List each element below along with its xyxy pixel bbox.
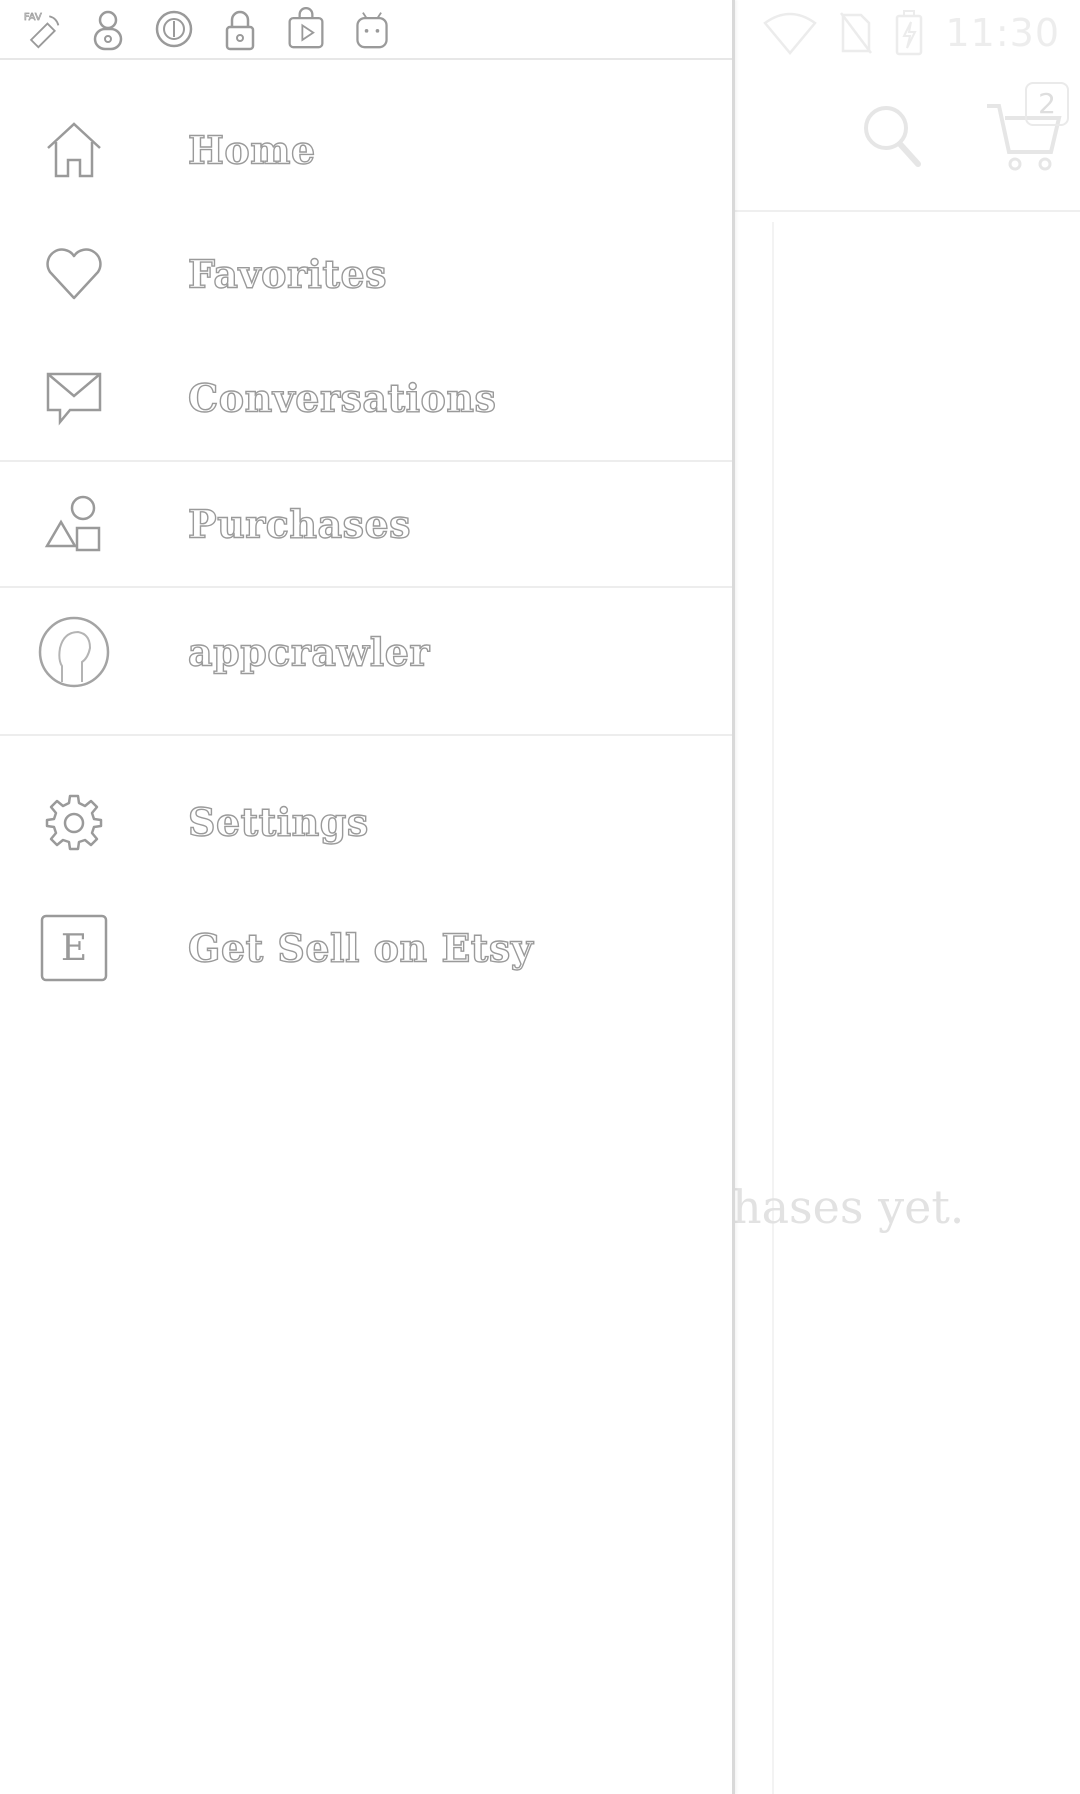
background-divider [772,222,774,1794]
fav-satellite-icon: FAV [22,7,62,51]
clock: 11:30 [945,11,1060,55]
drawer-item-settings[interactable]: Settings [0,760,732,884]
shapes-icon [36,486,112,562]
no-sim-icon [839,11,873,55]
cart-icon[interactable]: 2 [985,82,1069,172]
avatar-icon [36,614,112,690]
padlock-8-icon [88,7,128,51]
lock-icon [220,7,260,51]
drawer-item-sell-on-etsy[interactable]: E Get Sell on Etsy [0,886,732,1010]
drawer-item-label: Purchases [187,501,412,547]
empty-purchases-message: hases yet. [732,1180,965,1234]
drawer-item-label: Home [187,127,316,173]
drawer-divider [0,734,732,736]
search-icon[interactable] [860,100,924,172]
cart-badge: 2 [1025,82,1069,126]
status-bar-right: 11:30 [763,8,1060,58]
drawer-divider [0,586,732,588]
drawer-item-label: Settings [187,799,369,845]
message-icon [36,360,112,436]
svg-text:E: E [61,928,87,969]
heart-icon [36,236,112,312]
drawer-item-label: Conversations [187,375,497,421]
battery-charging-icon [895,10,923,56]
wifi-icon [763,11,818,55]
etsy-e-icon: E [36,910,112,986]
screen: 11:30 2 hases yet. FAV Home Favorites Co… [0,0,1080,1794]
drawer-item-label: Favorites [187,251,388,297]
status-bar: FAV [0,0,732,60]
android-robot-icon [352,7,392,51]
drawer-item-label: appcrawler [187,629,430,675]
drawer-item-purchases[interactable]: Purchases [0,462,732,586]
drawer-item-label: Get Sell on Etsy [187,925,534,971]
circle-stop-icon [154,7,194,51]
drawer-item-favorites[interactable]: Favorites [0,212,732,336]
play-bag-icon [286,7,326,51]
navigation-drawer: FAV Home Favorites Conversations Purchas… [0,0,735,1794]
drawer-item-profile[interactable]: appcrawler [0,590,732,714]
drawer-item-conversations[interactable]: Conversations [0,336,732,460]
drawer-item-home[interactable]: Home [0,88,732,212]
svg-text:FAV: FAV [24,12,42,23]
home-icon [36,112,112,188]
gear-icon [36,784,112,860]
